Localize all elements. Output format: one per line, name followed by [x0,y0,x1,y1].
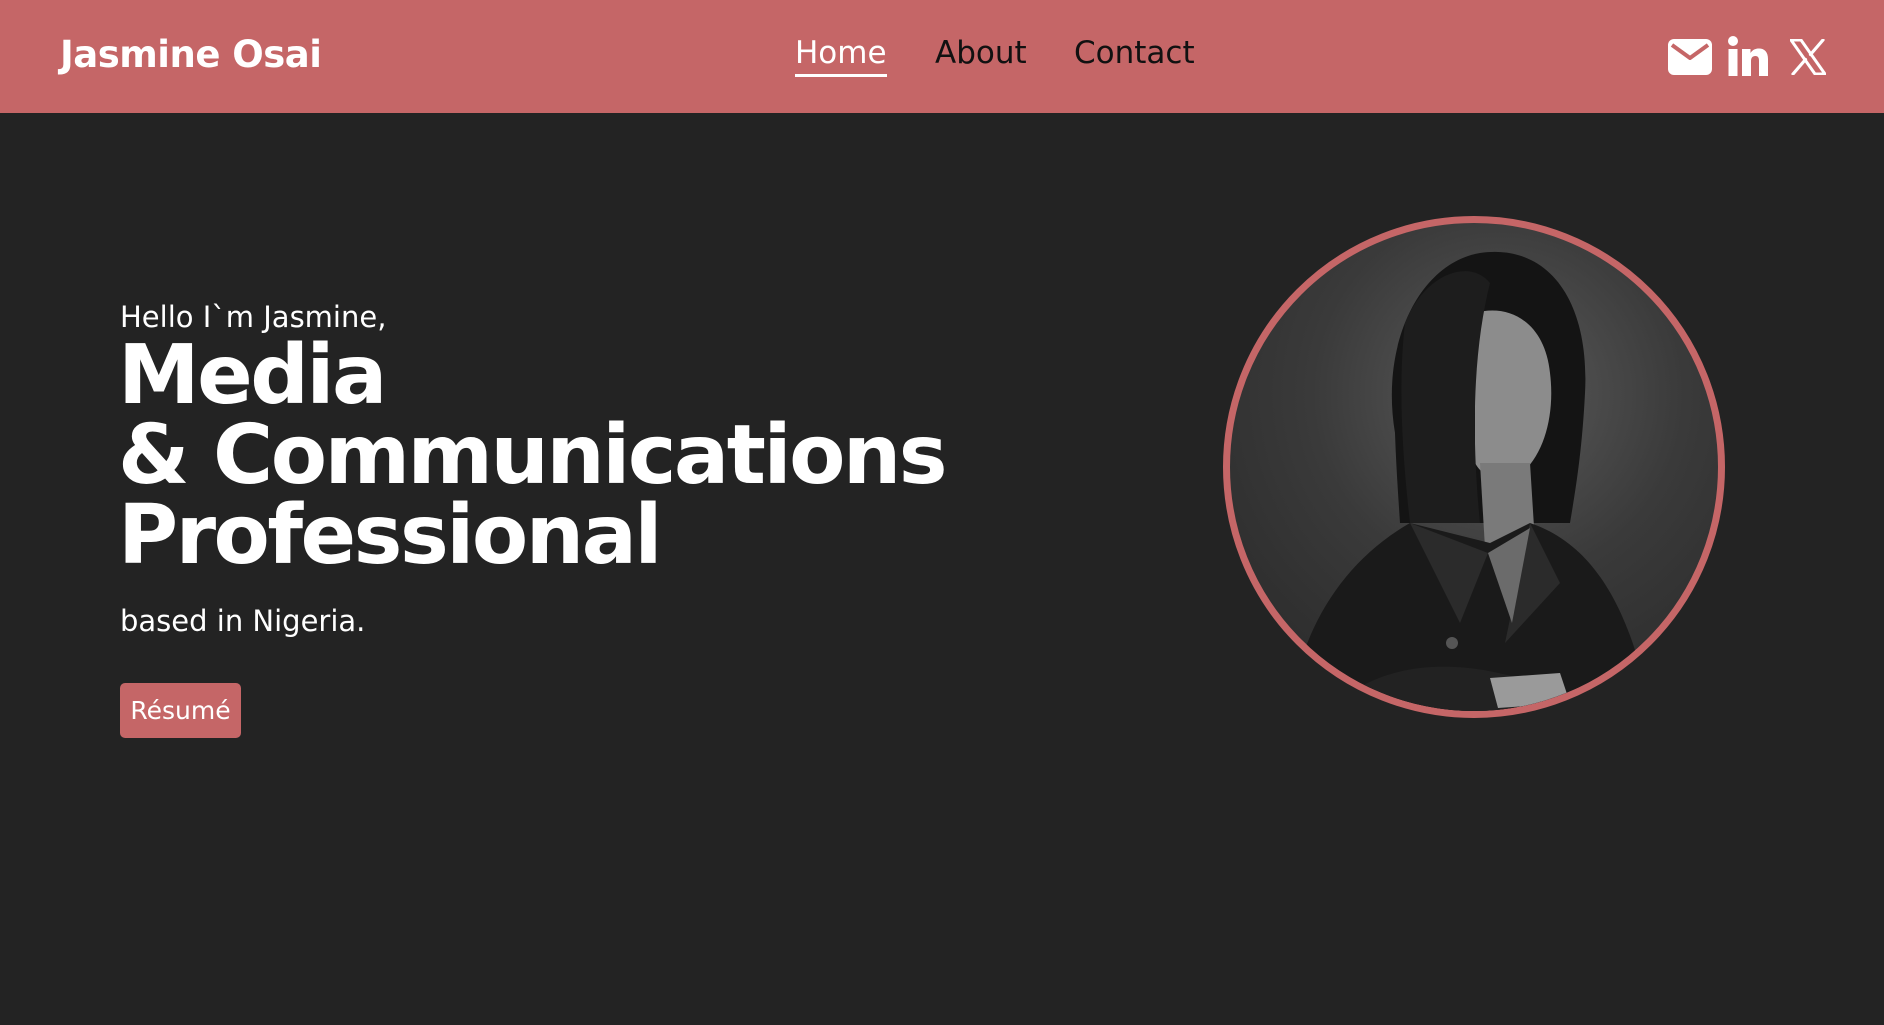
top-nav-bar: Jasmine Osai Home About Contact [0,0,1884,113]
profile-photo-illustration [1290,251,1650,711]
hero-tagline: based in Nigeria. [120,604,366,638]
nav-link-about[interactable]: About [935,35,1027,71]
hero-headline: Media & Communications Professional [118,328,948,583]
headline-line-2: & Communications [118,408,948,503]
resume-button[interactable]: Résumé [120,683,241,738]
nav-link-home[interactable]: Home [795,35,887,77]
main-nav: Home About Contact [0,35,1884,85]
mail-icon[interactable] [1668,39,1712,75]
x-icon[interactable] [1790,39,1826,75]
linkedin-icon[interactable] [1728,36,1768,76]
headline-line-3: Professional [118,488,663,583]
headline-line-1: Media [118,328,387,423]
profile-photo [1223,216,1725,718]
nav-link-contact[interactable]: Contact [1074,35,1195,71]
